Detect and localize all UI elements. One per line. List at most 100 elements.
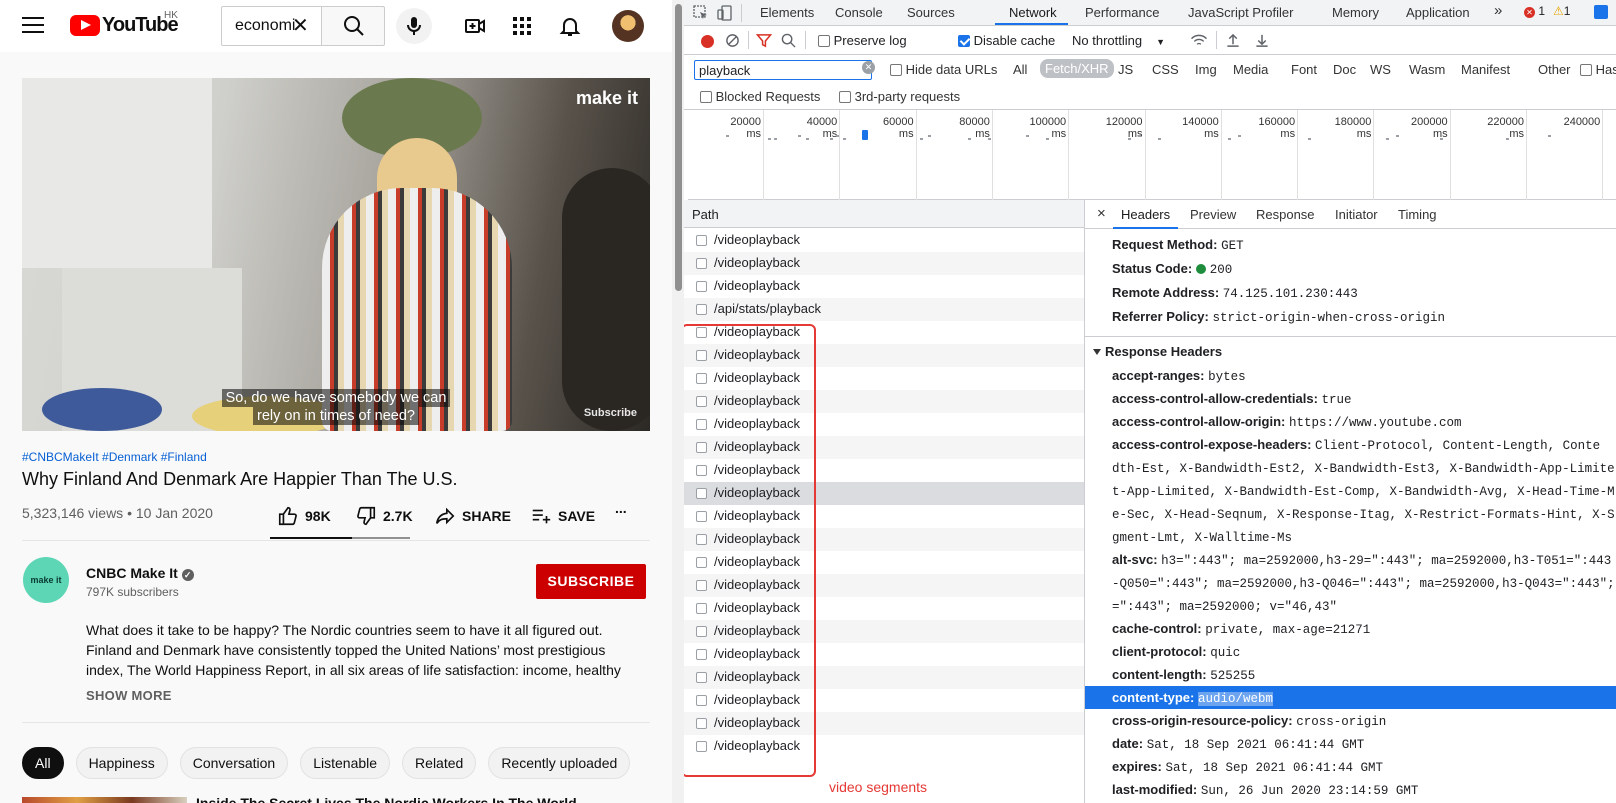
request-row[interactable]: /videoplayback (684, 229, 1084, 252)
tab-performance[interactable]: Performance (1085, 5, 1159, 20)
row-checkbox[interactable] (696, 235, 707, 246)
chip-recently-uploaded[interactable]: Recently uploaded (488, 747, 631, 779)
header-row[interactable]: access-control-allow-origin: https://www… (1085, 410, 1616, 433)
disable-cache-box[interactable] (958, 35, 970, 47)
filter-img[interactable]: Img (1195, 62, 1217, 77)
filter-font[interactable]: Font (1291, 62, 1317, 77)
hashtags[interactable]: #CNBCMakeIt #Denmark #Finland (22, 450, 207, 464)
header-row[interactable]: Remote Address: 74.125.101.230:443 (1085, 281, 1616, 304)
request-row[interactable]: /videoplayback (684, 252, 1084, 275)
filter-other[interactable]: Other (1538, 62, 1571, 77)
preserve-log-box[interactable] (818, 35, 830, 47)
filter-wasm[interactable]: Wasm (1409, 62, 1445, 77)
disable-cache-checkbox[interactable]: Disable cache (958, 33, 1055, 48)
blocked-requests-checkbox[interactable]: Blocked Requests (700, 89, 820, 104)
video-player[interactable]: make it So, do we have somebody we can r… (22, 78, 650, 431)
notifications-bell-icon[interactable] (558, 14, 582, 38)
has-blocked-checkbox[interactable]: Has blocked (1580, 62, 1616, 77)
header-row[interactable]: last-modified: Sun, 26 Jun 2020 23:14:59… (1085, 778, 1616, 801)
chip-related[interactable]: Related (402, 747, 477, 779)
share-button[interactable]: SHARE (434, 505, 511, 527)
hide-data-urls-box[interactable] (890, 64, 902, 76)
filter-fetch-xhr[interactable]: Fetch/XHR (1040, 59, 1114, 78)
search-button[interactable] (321, 6, 385, 46)
filter-media[interactable]: Media (1233, 62, 1268, 77)
filter-input[interactable]: playback (694, 60, 872, 80)
apps-icon[interactable] (510, 14, 534, 38)
tab-memory[interactable]: Memory (1332, 5, 1379, 20)
tab-sources[interactable]: Sources (907, 5, 955, 20)
channel-avatar[interactable]: make it (23, 557, 69, 603)
chip-conversation[interactable]: Conversation (179, 747, 289, 779)
more-tabs-button[interactable]: » (1494, 2, 1502, 19)
header-row[interactable]: client-protocol: quic (1085, 640, 1616, 663)
subscribe-button[interactable]: SUBSCRIBE (536, 564, 646, 599)
tab-javascript-profiler[interactable]: JavaScript Profiler (1188, 5, 1293, 20)
header-row[interactable]: access-control-allow-credentials: true (1085, 387, 1616, 410)
filter-ws[interactable]: WS (1370, 62, 1391, 77)
filter-manifest[interactable]: Manifest (1461, 62, 1510, 77)
row-checkbox[interactable] (696, 304, 707, 315)
hide-data-urls-checkbox[interactable]: Hide data URLs (890, 62, 997, 77)
network-overview-timeline[interactable]: 20000 ms 40000 ms 60000 ms 80000 ms 100000 m… (688, 110, 1616, 200)
chip-happiness[interactable]: Happiness (75, 747, 168, 779)
header-row[interactable]: dth-Est, X-Bandwidth-Est2, X-Bandwidth-E… (1085, 456, 1616, 479)
header-row[interactable]: =":443"; ma=2592000; v="46,43" (1085, 594, 1616, 617)
export-har-icon[interactable] (1255, 33, 1269, 48)
next-video-title[interactable]: Inside The Secret Lives The Nordic Worke… (196, 795, 646, 803)
show-more-button[interactable]: SHOW MORE (86, 688, 172, 703)
throttling-select[interactable]: No throttling ▼ (1072, 33, 1165, 48)
youtube-logo[interactable]: YouTube (70, 14, 179, 37)
issues-icon[interactable] (1594, 5, 1608, 19)
path-column-header[interactable]: Path (684, 200, 1084, 228)
error-badge[interactable]: ✕ 1 (1524, 4, 1545, 18)
header-row[interactable]: access-control-expose-headers: Client-Pr… (1085, 433, 1616, 456)
chip-listenable[interactable]: Listenable (300, 747, 391, 779)
tab-elements[interactable]: Elements (760, 5, 814, 20)
blocked-requests-box[interactable] (700, 91, 712, 103)
header-row[interactable]: content-length: 525255 (1085, 663, 1616, 686)
filter-icon[interactable] (756, 33, 772, 48)
header-row[interactable]: cache-control: private, max-age=21271 (1085, 617, 1616, 640)
voice-search-button[interactable] (396, 8, 432, 44)
header-row[interactable]: -Q050=":443"; ma=2592000,h3-Q046=":443";… (1085, 571, 1616, 594)
header-row[interactable]: accept-ranges: bytes (1085, 364, 1616, 387)
chip-all[interactable]: All (22, 747, 64, 779)
row-checkbox[interactable] (696, 258, 707, 269)
row-checkbox[interactable] (696, 281, 707, 292)
has-blocked-box[interactable] (1580, 64, 1592, 76)
response-headers-section[interactable]: Response Headers (1085, 336, 1616, 362)
tab-headers[interactable]: Headers (1121, 207, 1170, 222)
like-button[interactable]: 98K (277, 505, 331, 527)
header-row[interactable]: cross-origin-resource-policy: cross-orig… (1085, 709, 1616, 732)
network-conditions-icon[interactable] (1190, 33, 1208, 48)
header-row[interactable]: gment-Lmt, X-Walltime-Ms (1085, 525, 1616, 548)
import-har-icon[interactable] (1226, 33, 1240, 48)
tab-application[interactable]: Application (1406, 5, 1470, 20)
header-row[interactable]: Status Code: 200 (1085, 257, 1616, 280)
filter-css[interactable]: CSS (1152, 62, 1179, 77)
search-icon[interactable] (781, 33, 796, 48)
close-detail-icon[interactable]: × (1097, 205, 1106, 222)
header-row[interactable]: Request Method: GET (1085, 233, 1616, 256)
request-row[interactable]: /videoplayback (684, 275, 1084, 298)
preserve-log-checkbox[interactable]: Preserve log (818, 33, 907, 48)
tab-response[interactable]: Response (1256, 207, 1315, 222)
create-video-icon[interactable] (463, 14, 487, 38)
third-party-box[interactable] (839, 91, 851, 103)
filter-all[interactable]: All (1013, 62, 1027, 77)
dislike-button[interactable]: 2.7K (355, 505, 413, 527)
header-row[interactable]: alt-svc: h3=":443"; ma=2592000,h3-29=":4… (1085, 548, 1616, 571)
tab-preview[interactable]: Preview (1190, 207, 1236, 222)
menu-icon[interactable] (22, 17, 44, 33)
warning-badge[interactable]: ⚠1 (1553, 4, 1570, 18)
header-row[interactable]: content-type: audio/webm (1085, 686, 1616, 709)
page-scrollbar[interactable] (672, 0, 684, 803)
header-row[interactable]: Referrer Policy: strict-origin-when-cros… (1085, 305, 1616, 328)
header-row[interactable]: e-Sec, X-Head-Seqnum, X-Response-Itag, X… (1085, 502, 1616, 525)
filter-doc[interactable]: Doc (1333, 62, 1356, 77)
filter-js[interactable]: JS (1118, 62, 1133, 77)
channel-name[interactable]: CNBC Make It ✓ (86, 565, 194, 581)
header-row[interactable]: t-App-Limited, X-Bandwidth-Est-Comp, X-B… (1085, 479, 1616, 502)
next-video-thumbnail[interactable] (22, 797, 187, 803)
